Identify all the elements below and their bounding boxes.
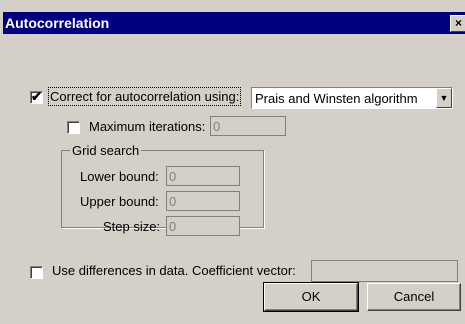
correct-autocorrelation-label[interactable]: Correct for autocorrelation using: <box>47 87 242 106</box>
lower-bound-label: Lower bound: <box>80 169 159 184</box>
upper-bound-value: 0 <box>169 194 177 209</box>
lower-bound-field[interactable]: 0 <box>166 166 240 186</box>
method-select-value: Prais and Winsten algorithm <box>255 91 418 106</box>
max-iterations-label: Maximum iterations: <box>89 119 206 134</box>
checkmark-icon: ✔ <box>31 89 42 104</box>
use-differences-label: Use differences in data. Coefficient vec… <box>52 263 296 278</box>
window-title: Autocorrelation <box>5 15 110 31</box>
method-select[interactable]: Prais and Winsten algorithm ▼ <box>251 87 453 109</box>
coefficient-vector-field[interactable] <box>311 260 458 282</box>
upper-bound-field[interactable]: 0 <box>166 191 240 211</box>
step-size-value: 0 <box>169 219 177 234</box>
grid-search-caption: Grid search <box>70 143 142 158</box>
title-bar: Autocorrelation × <box>3 12 465 34</box>
chevron-down-icon[interactable]: ▼ <box>436 88 452 108</box>
step-size-label: Step size: <box>103 219 161 234</box>
close-button[interactable]: × <box>450 15 465 32</box>
use-differences-checkbox[interactable] <box>30 266 43 279</box>
lower-bound-value: 0 <box>169 169 177 184</box>
max-iterations-value: 0 <box>213 119 221 134</box>
max-iterations-field[interactable]: 0 <box>210 116 286 136</box>
cancel-button[interactable]: Cancel <box>367 283 461 311</box>
upper-bound-label: Upper bound: <box>80 194 159 209</box>
correct-autocorrelation-checkbox[interactable]: ✔ <box>30 89 43 104</box>
ok-button[interactable]: OK <box>263 282 359 312</box>
autocorrelation-dialog: Autocorrelation × ✔ Correct for autocorr… <box>0 0 465 324</box>
max-iterations-checkbox[interactable] <box>67 121 80 134</box>
step-size-field[interactable]: 0 <box>166 216 240 236</box>
